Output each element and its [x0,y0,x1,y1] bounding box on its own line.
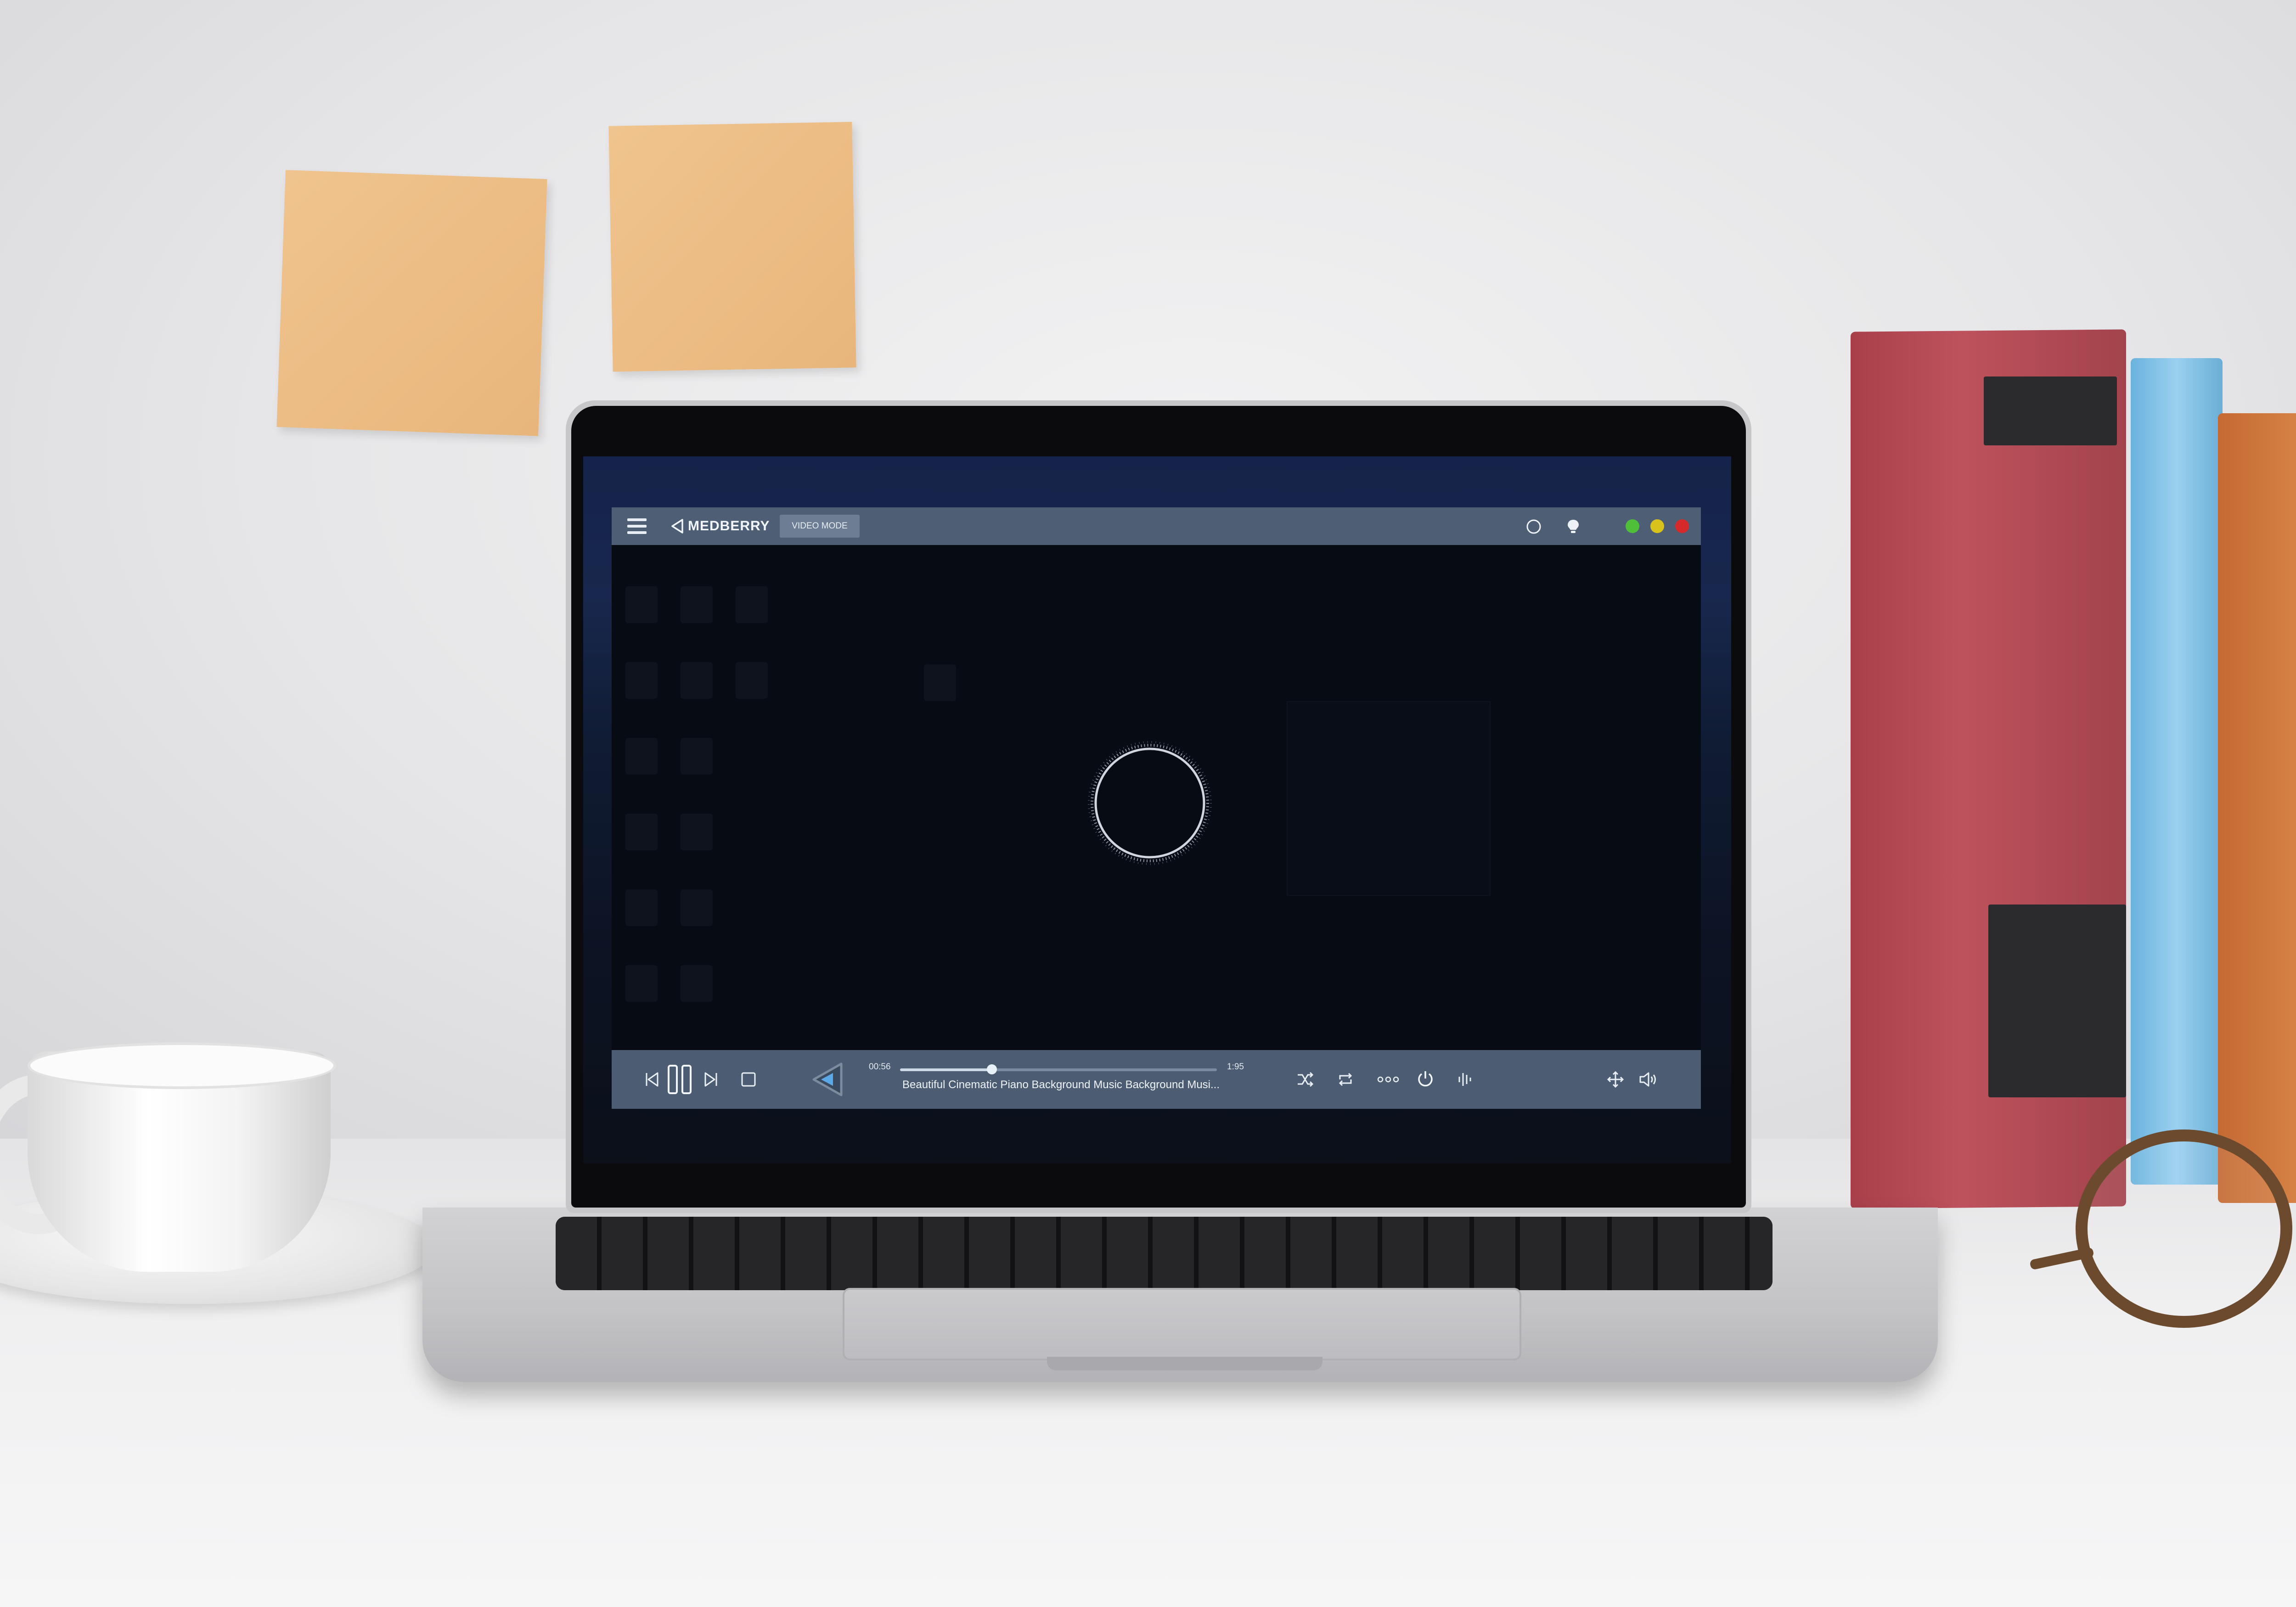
hamburger-menu-icon[interactable] [627,517,647,535]
player-controlbar: 00:56 1:95 Beautiful Cinematic Piano Bac… [612,1050,1701,1109]
laptop-keyboard [556,1217,1773,1290]
book-red-label-top [1984,376,2117,445]
window-maximize-button[interactable] [1650,519,1664,533]
book-orange [2218,413,2296,1203]
ghost-desktop-icon [681,586,713,623]
ghost-desktop-icon [681,738,713,775]
total-duration: 1:95 [1227,1062,1244,1072]
sticky-note-left [276,170,547,436]
video-area[interactable] [612,545,1701,1050]
equalizer-icon[interactable] [1456,1070,1474,1089]
sticky-note-right [608,122,856,372]
window-close-button[interactable] [1675,519,1689,533]
power-icon[interactable] [1416,1069,1435,1089]
seek-bar-fill [900,1068,992,1071]
logo-play-icon [671,519,683,534]
ghost-desktop-icon [625,814,658,850]
repeat-icon[interactable] [1336,1070,1355,1089]
seek-bar[interactable] [900,1064,1217,1074]
ghost-window-frame [1287,701,1491,896]
ghost-desktop-icon [681,965,713,1002]
laptop-trackpad [843,1288,1521,1360]
previous-icon[interactable] [644,1070,659,1089]
seek-bar-knob[interactable] [987,1064,997,1074]
stop-icon[interactable] [740,1071,757,1088]
ghost-desktop-icon [681,662,713,699]
player-titlebar: MEDBERRY VIDEO MODE [612,507,1701,545]
next-icon[interactable] [703,1070,719,1089]
ghost-desktop-icon [736,586,768,623]
more-icon[interactable] [1377,1073,1400,1086]
elapsed-time: 00:56 [869,1062,891,1072]
ghost-desktop-icon [625,586,658,623]
shuffle-icon[interactable] [1296,1070,1314,1089]
circle-icon[interactable] [1525,518,1542,535]
pause-icon[interactable] [666,1063,693,1096]
ghost-desktop-icon [625,965,658,1002]
ghost-desktop-icon [924,664,956,701]
glasses-lens [2076,1129,2292,1328]
laptop-lid-notch [1047,1357,1322,1371]
audio-visualizer-ring [1088,741,1212,865]
app-logo: MEDBERRY [670,517,770,535]
ghost-desktop-icon [625,889,658,926]
lightbulb-icon[interactable] [1565,518,1581,535]
ghost-desktop-icon [681,814,713,850]
window-minimize-button[interactable] [1626,519,1639,533]
video-mode-button[interactable]: VIDEO MODE [780,515,860,538]
media-player-window: MEDBERRY VIDEO MODE 00:56 1:95 Beautiful… [612,507,1701,1109]
track-title: Beautiful Cinematic Piano Background Mus… [902,1079,1220,1091]
book-red-label-bottom [1988,905,2126,1097]
move-icon[interactable] [1606,1070,1625,1089]
volume-icon[interactable] [1638,1070,1659,1089]
ghost-desktop-icon [681,889,713,926]
ghost-desktop-icon [625,738,658,775]
coffee-cup-rim [28,1042,336,1089]
ghost-desktop-icon [625,662,658,699]
play-toggle-icon[interactable] [809,1060,846,1099]
ghost-desktop-icon [736,662,768,699]
book-blue [2131,358,2223,1185]
app-logo-text: MEDBERRY [688,518,770,534]
